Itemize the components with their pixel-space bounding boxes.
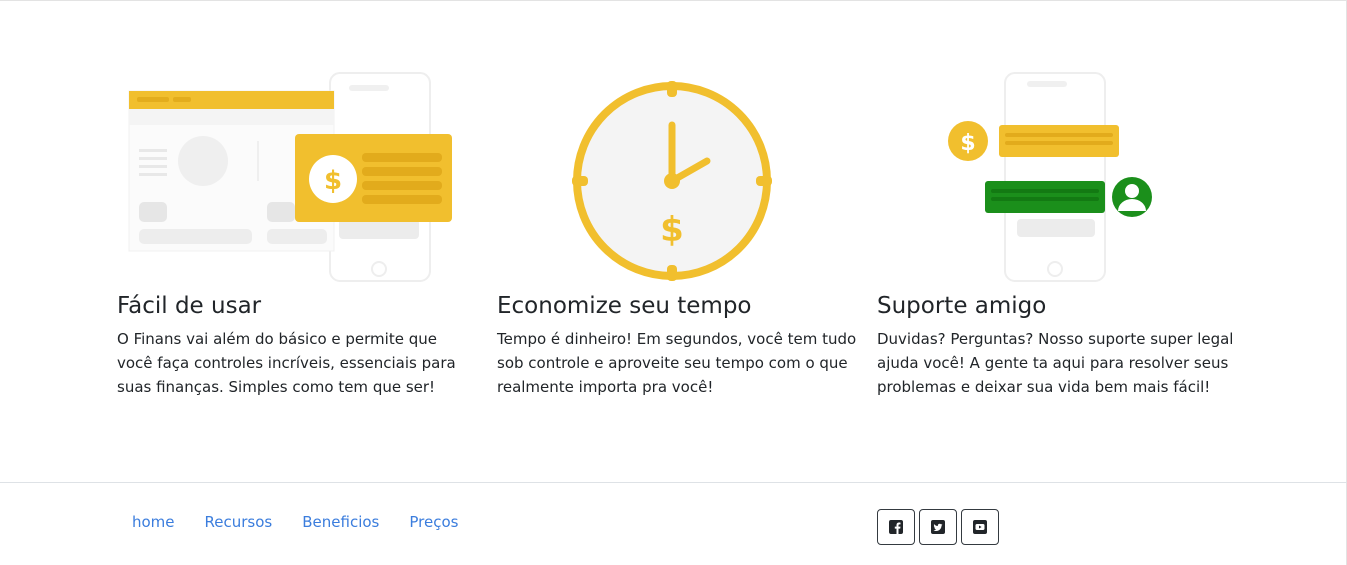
youtube-icon xyxy=(973,520,987,534)
svg-text:$: $ xyxy=(324,166,342,196)
footer-link-beneficios[interactable]: Beneficios xyxy=(287,511,394,533)
facebook-icon xyxy=(889,520,903,534)
social-buttons xyxy=(877,509,999,545)
features-section: $ Fácil de usar O Finans vai além do bás… xyxy=(0,1,1347,482)
feature-description: Duvidas? Perguntas? Nosso suporte super … xyxy=(877,330,1234,396)
page: $ Fácil de usar O Finans vai além do bás… xyxy=(0,0,1347,565)
footer-link-recursos[interactable]: Recursos xyxy=(190,511,288,533)
footer-link-precos[interactable]: Preços xyxy=(394,511,473,533)
feature-title: Fácil de usar xyxy=(117,293,262,319)
feature-description: Tempo é dinheiro! Em segundos, você tem … xyxy=(497,330,857,396)
footer: home Recursos Beneficios Preços xyxy=(0,482,1347,565)
twitter-icon xyxy=(931,520,945,534)
chat-support-illustration: $ xyxy=(948,72,1152,282)
footer-link-home[interactable]: home xyxy=(117,511,190,533)
facebook-button[interactable] xyxy=(877,509,915,545)
feature-title: Economize seu tempo xyxy=(497,293,752,319)
dashboard-card-illustration: $ xyxy=(128,72,452,282)
footer-nav: home Recursos Beneficios Preços xyxy=(117,511,473,533)
youtube-button[interactable] xyxy=(961,509,999,545)
svg-text:$: $ xyxy=(660,210,684,250)
twitter-button[interactable] xyxy=(919,509,957,545)
svg-text:$: $ xyxy=(960,131,975,156)
feature-title: Suporte amigo xyxy=(877,293,1047,319)
clock-icon: $ xyxy=(572,81,772,281)
feature-description: O Finans vai além do básico e permite qu… xyxy=(117,330,456,396)
